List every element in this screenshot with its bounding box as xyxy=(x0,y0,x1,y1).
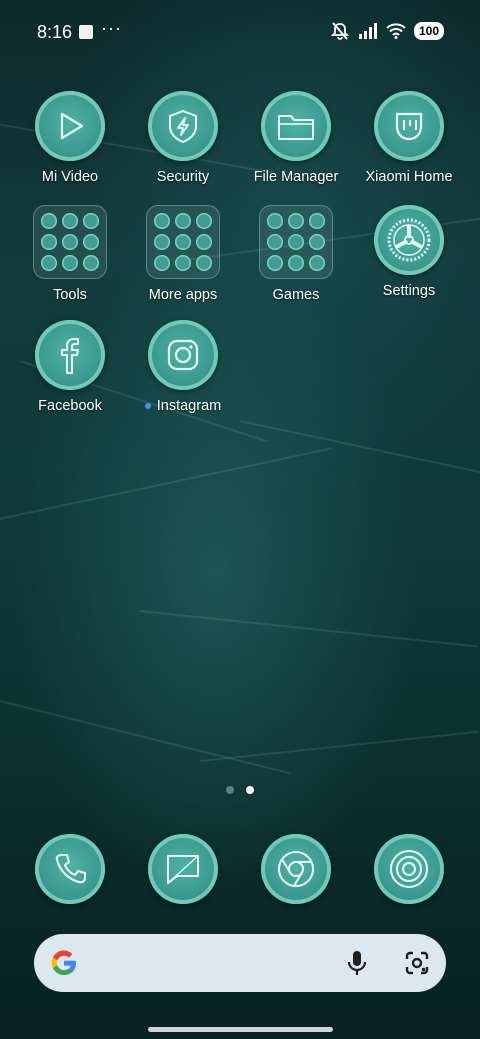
app-security[interactable]: Security xyxy=(128,91,238,185)
app-label: Games xyxy=(272,287,320,303)
app-label: Mi Video xyxy=(41,169,99,185)
folder-group-icon xyxy=(259,205,333,279)
facebook-icon xyxy=(35,320,105,390)
play-icon xyxy=(35,91,105,161)
dock-chrome[interactable] xyxy=(261,834,331,904)
app-label: Security xyxy=(156,169,210,185)
microphone-icon[interactable] xyxy=(346,949,368,977)
folder-more-apps[interactable]: More apps xyxy=(128,205,238,303)
gear-icon xyxy=(374,205,444,275)
google-g-icon[interactable] xyxy=(48,947,80,979)
shield-bolt-icon xyxy=(148,91,218,161)
app-label: Facebook xyxy=(38,398,102,414)
app-instagram[interactable]: Instagram xyxy=(128,320,238,414)
app-label: Instagram xyxy=(128,398,238,414)
folder-tools[interactable]: Tools xyxy=(15,205,125,303)
dock-camera[interactable] xyxy=(374,834,444,904)
new-install-dot xyxy=(144,403,151,410)
app-label: Xiaomi Home xyxy=(365,169,453,185)
app-label: Settings xyxy=(382,283,436,299)
xiaomi-home-icon xyxy=(374,91,444,161)
folder-group-icon xyxy=(146,205,220,279)
messages-icon xyxy=(148,834,218,904)
signal-icon xyxy=(358,23,377,39)
folder-games[interactable]: Games xyxy=(241,205,351,303)
page-dot-2[interactable] xyxy=(246,786,254,794)
app-label: More apps xyxy=(148,287,218,303)
app-label: File Manager xyxy=(253,169,339,185)
lens-camera-icon[interactable] xyxy=(404,950,430,976)
clock: 8:16 xyxy=(37,22,73,42)
app-xiaomi-home[interactable]: Xiaomi Home xyxy=(354,91,464,185)
more-notifications-icon: ··· xyxy=(101,18,122,38)
chrome-icon xyxy=(261,834,331,904)
app-label: Tools xyxy=(53,287,87,303)
camera-icon xyxy=(374,834,444,904)
google-search-bar[interactable] xyxy=(34,934,446,992)
app-mi-video[interactable]: Mi Video xyxy=(15,91,125,185)
battery-indicator: 100 xyxy=(413,22,444,40)
notification-icon xyxy=(79,25,93,39)
mute-icon xyxy=(330,22,350,40)
app-file-manager[interactable]: File Manager xyxy=(241,91,351,185)
status-bar: 8:16 ··· 100 xyxy=(0,18,480,46)
instagram-icon xyxy=(148,320,218,390)
gesture-home-bar[interactable] xyxy=(148,1027,333,1032)
folder-icon xyxy=(261,91,331,161)
wifi-icon xyxy=(386,23,406,39)
dock-phone[interactable] xyxy=(35,834,105,904)
dock-messages[interactable] xyxy=(148,834,218,904)
page-dot-1[interactable] xyxy=(226,786,234,794)
folder-group-icon xyxy=(33,205,107,279)
phone-icon xyxy=(35,834,105,904)
app-settings[interactable]: Settings xyxy=(354,205,464,299)
app-facebook[interactable]: Facebook xyxy=(15,320,125,414)
